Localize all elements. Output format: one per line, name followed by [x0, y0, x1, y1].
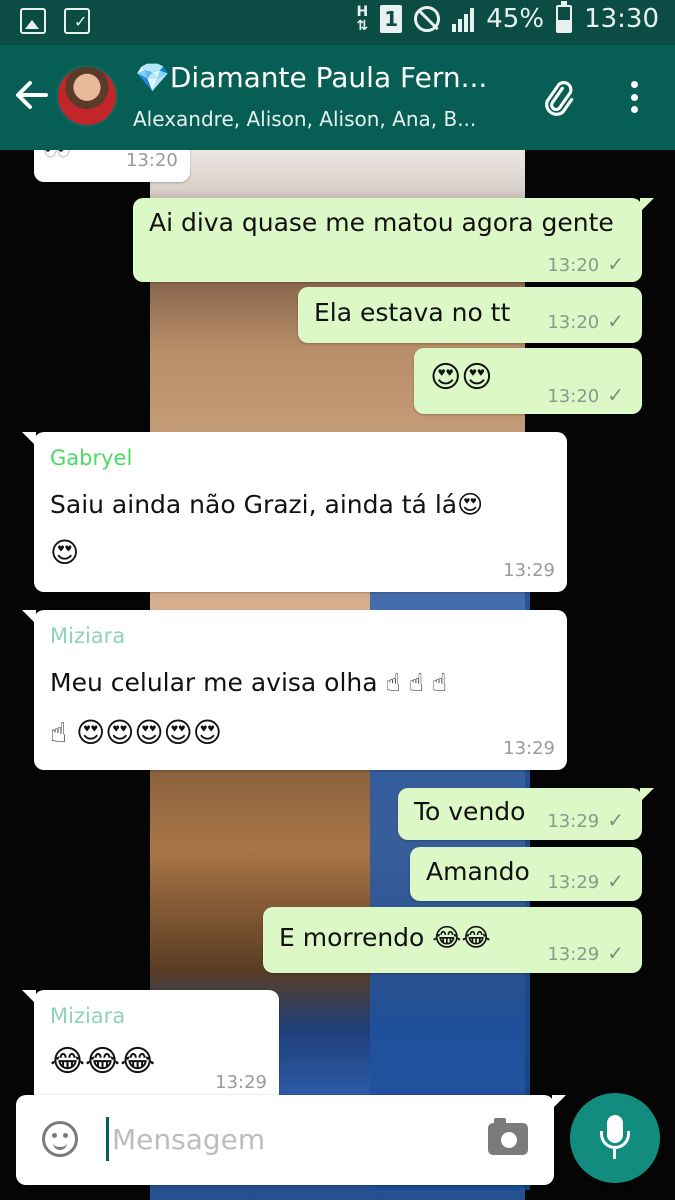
- message-time: 13:20: [126, 150, 178, 171]
- message-text: Ela estava no tt: [314, 298, 511, 327]
- voice-record-button[interactable]: [570, 1093, 660, 1183]
- read-check-icon: ✓: [607, 941, 624, 965]
- message-bubble-outgoing[interactable]: Ai diva quase me matou agora gente 13:20…: [133, 198, 654, 282]
- message-time: 13:29: [503, 560, 555, 581]
- battery-icon: [556, 1, 573, 33]
- message-time: 13:29: [215, 1072, 267, 1093]
- sender-name[interactable]: Miziara: [50, 624, 125, 648]
- message-time: 13:20 ✓: [547, 309, 624, 333]
- read-check-icon: ✓: [607, 383, 624, 407]
- signal-strength-icon: [452, 6, 475, 32]
- sender-name[interactable]: Miziara: [50, 1004, 125, 1028]
- message-text: Meu celular me avisa olha ☝ ☝ ☝: [50, 668, 448, 697]
- message-input[interactable]: [112, 1119, 472, 1159]
- task-notification-icon: [64, 8, 90, 34]
- message-time: 13:20 ✓: [547, 252, 624, 276]
- message-time: 13:29 ✓: [547, 941, 624, 965]
- chat-participants[interactable]: Alexandre, Alison, Alison, Ana, B...: [133, 107, 513, 131]
- message-text: To vendo: [414, 797, 526, 826]
- back-arrow-icon[interactable]: [10, 73, 54, 117]
- message-text: Ai diva quase me matou agora gente: [149, 208, 614, 237]
- conversation-area[interactable]: 👀 13:20 Ai diva quase me matou agora gen…: [0, 150, 675, 1200]
- gallery-notification-icon: [20, 8, 46, 34]
- read-check-icon: ✓: [607, 808, 624, 832]
- smiley-icon[interactable]: [42, 1121, 78, 1157]
- camera-icon[interactable]: [488, 1118, 528, 1155]
- read-check-icon: ✓: [607, 869, 624, 893]
- network-type-indicator: H ⇅: [356, 4, 369, 34]
- message-time: 13:29 ✓: [547, 869, 624, 893]
- message-bubble-outgoing[interactable]: Ela estava no tt 13:20 ✓: [298, 287, 642, 343]
- message-bubble-outgoing[interactable]: E morrendo 😂😂 13:29 ✓: [263, 907, 642, 973]
- sim-slot-icon: 1: [380, 5, 403, 33]
- status-clock: 13:30: [584, 4, 659, 34]
- message-time: 13:29: [503, 738, 555, 759]
- message-bubble-outgoing[interactable]: 😍😍 13:20 ✓: [414, 348, 642, 414]
- chat-header: 💎Diamante Paula Fern... Alexandre, Aliso…: [0, 45, 675, 150]
- message-bubble-incoming[interactable]: 👀 13:20: [34, 150, 190, 182]
- battery-percentage: 45%: [486, 4, 545, 34]
- group-avatar[interactable]: [56, 65, 118, 127]
- message-time: 13:20 ✓: [547, 383, 624, 407]
- message-text: 😍: [50, 536, 80, 569]
- message-bubble-outgoing[interactable]: To vendo 13:29 ✓: [398, 788, 654, 840]
- message-bubble-incoming[interactable]: Gabryel Saiu ainda não Grazi, ainda tá l…: [22, 432, 567, 592]
- message-text: 😂😂😂: [50, 1044, 156, 1079]
- message-text: E morrendo 😂😂: [279, 923, 491, 952]
- chat-title[interactable]: 💎Diamante Paula Fern...: [135, 61, 535, 94]
- message-bubble-incoming[interactable]: Miziara 😂😂😂 13:29: [22, 990, 279, 1110]
- do-not-disturb-icon: [414, 6, 441, 32]
- read-check-icon: ✓: [607, 309, 624, 333]
- paperclip-icon[interactable]: [535, 75, 579, 119]
- message-text: 😍😍: [430, 360, 493, 395]
- read-check-icon: ✓: [607, 252, 624, 276]
- message-bubble-incoming[interactable]: Miziara Meu celular me avisa olha ☝ ☝ ☝ …: [22, 610, 567, 770]
- message-bubble-outgoing[interactable]: Amando 13:29 ✓: [410, 847, 642, 901]
- status-bar: H⇅ 1 45% 13:30: [0, 0, 675, 45]
- sender-name[interactable]: Gabryel: [50, 446, 132, 470]
- message-text: ☝ 😍😍😍😍😍: [50, 716, 222, 749]
- message-text: Saiu ainda não Grazi, ainda tá lá😍: [50, 490, 484, 519]
- message-text: 👀: [42, 150, 72, 162]
- more-options-icon[interactable]: [620, 75, 648, 119]
- message-text: Amando: [426, 857, 530, 886]
- text-cursor: [106, 1117, 109, 1161]
- message-composer: [16, 1095, 566, 1185]
- message-time: 13:29 ✓: [547, 808, 624, 832]
